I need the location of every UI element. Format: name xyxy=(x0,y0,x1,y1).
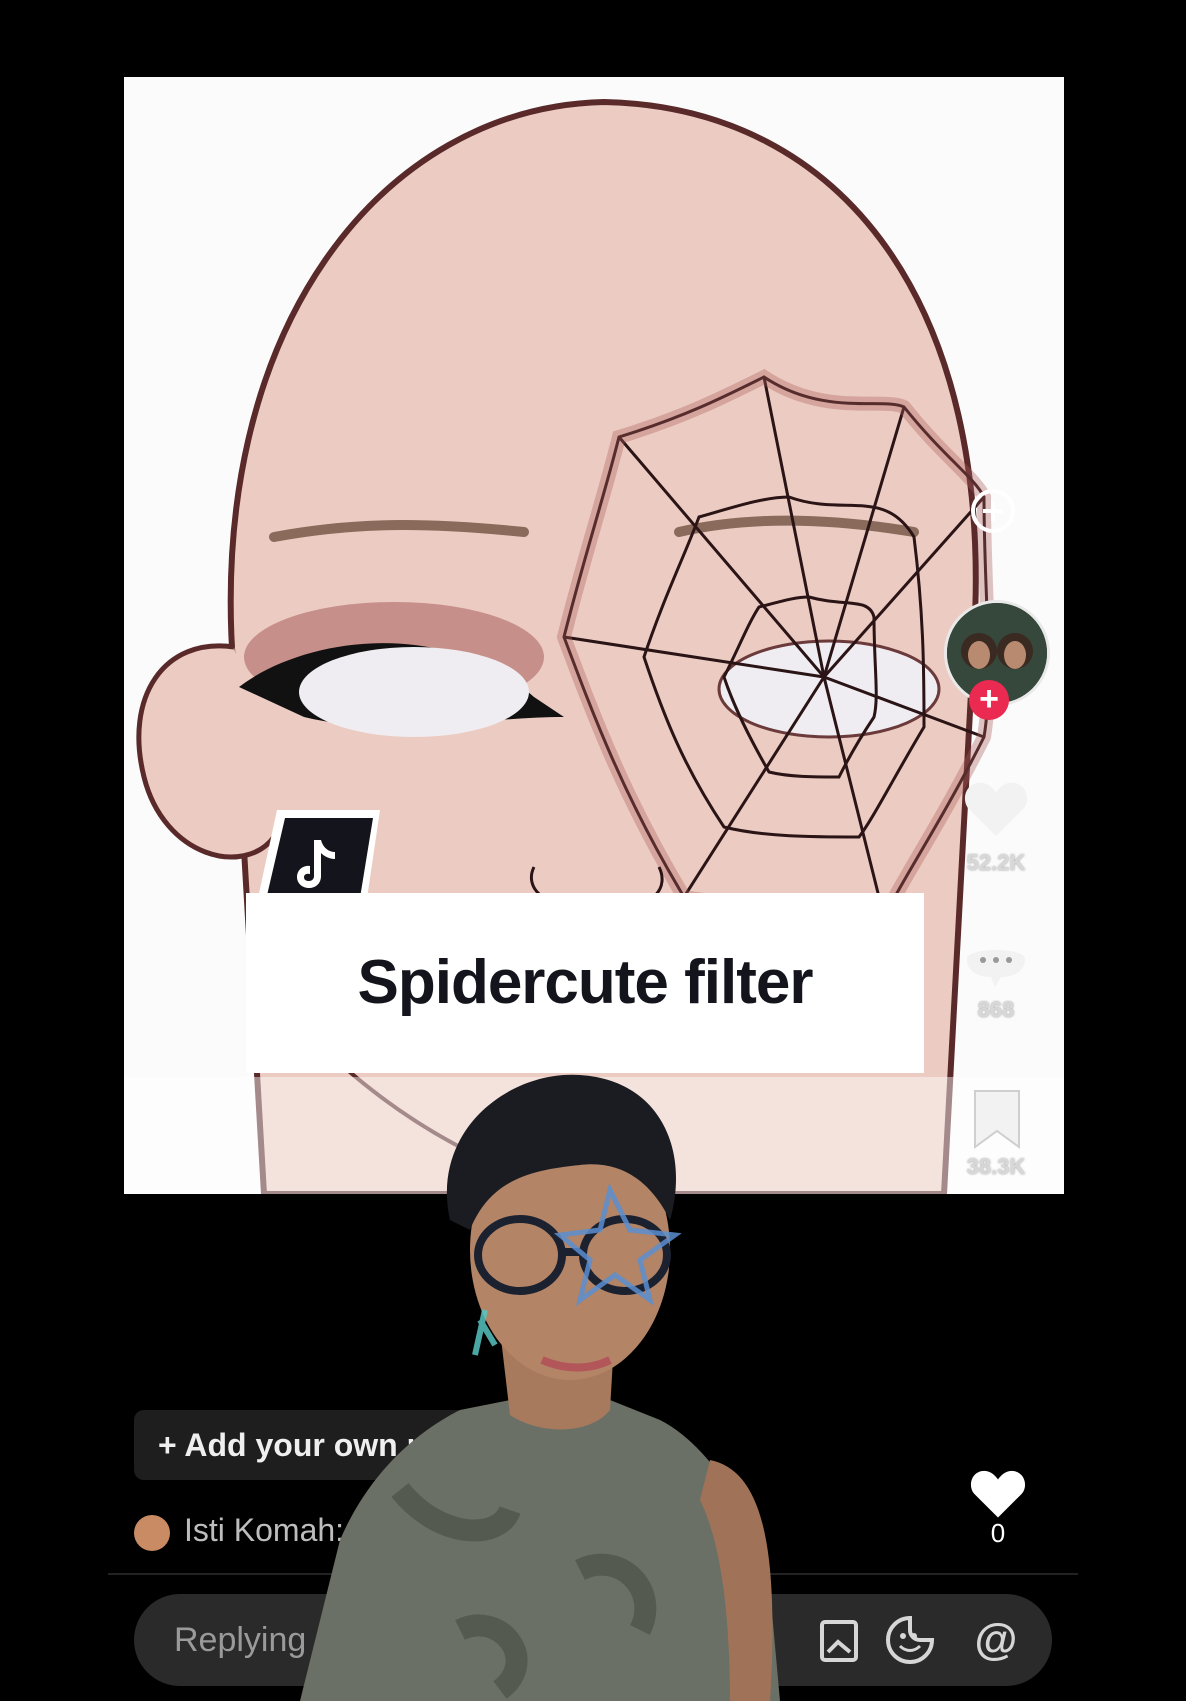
creator-greenscreen-overlay xyxy=(300,1074,780,1701)
add-circle-icon[interactable] xyxy=(969,487,1017,535)
follow-button[interactable]: + xyxy=(969,680,1009,720)
comment-bubble-icon[interactable] xyxy=(961,939,1031,991)
save-count: 38.3K xyxy=(966,1154,1026,1179)
comment-like-count: 0 xyxy=(990,1518,1006,1548)
bookmark-icon[interactable] xyxy=(969,1087,1025,1151)
svg-text:@: @ xyxy=(975,1615,1018,1664)
emoji-sticker-icon[interactable] xyxy=(884,1614,936,1666)
like-heart-icon[interactable] xyxy=(961,777,1031,839)
comment-count: 868 xyxy=(977,997,1015,1022)
like-count: 52.2K xyxy=(966,850,1026,875)
title-banner: Spidercute filter xyxy=(246,893,924,1073)
commenter-avatar xyxy=(134,1514,170,1551)
banner-title: Spidercute filter xyxy=(357,948,814,1017)
comment-like-heart-icon[interactable] xyxy=(968,1466,1028,1520)
mention-at-icon[interactable]: @ xyxy=(970,1614,1022,1666)
